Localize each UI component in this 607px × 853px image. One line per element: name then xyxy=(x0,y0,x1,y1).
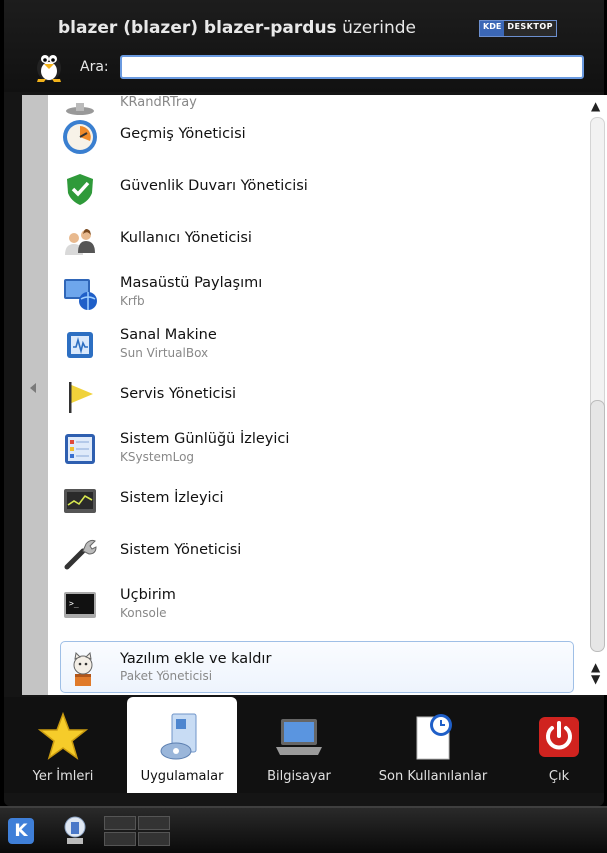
list-item[interactable]: Masaüstü Paylaşımı Krfb xyxy=(48,265,594,317)
search-label: Ara: xyxy=(80,59,109,75)
list-item[interactable]: >_ Uçbirim Konsole xyxy=(48,577,594,629)
tab-label: Son Kullanılanlar xyxy=(378,769,488,784)
user-host-name: blazer (blazer) blazer-pardus xyxy=(58,18,337,38)
svg-text:>_: >_ xyxy=(69,599,79,608)
list-item-title: Geçmiş Yöneticisi xyxy=(120,126,246,142)
list-item-title: Sistem Yöneticisi xyxy=(120,542,242,558)
list-item-title: Sanal Makine xyxy=(120,327,217,343)
tab-label: Uygulamalar xyxy=(140,769,224,784)
tab-label: Yer İmleri xyxy=(32,769,94,784)
pager-desktop[interactable] xyxy=(104,816,136,830)
list-item-title: Sistem İzleyici xyxy=(120,490,224,506)
list-item-subtitle: Krfb xyxy=(120,294,145,308)
applications-icon xyxy=(160,713,197,760)
application-list: KRandRTray Geçmiş Yöneticisi Güvenlik Du… xyxy=(48,95,594,695)
kickoff-menu: blazer (blazer) blazer-pardus üzerinde K… xyxy=(4,0,607,806)
tab-computer[interactable]: Bilgisayar xyxy=(244,697,354,793)
flag-icon xyxy=(69,382,93,413)
kde-menu-button[interactable]: K xyxy=(8,818,34,844)
wrench-icon xyxy=(64,539,97,570)
pager-desktop[interactable] xyxy=(138,832,170,846)
header-title: blazer (blazer) blazer-pardus üzerinde xyxy=(58,18,416,38)
list-item[interactable]: Sistem İzleyici xyxy=(48,473,594,525)
desktop-share-icon xyxy=(64,279,97,310)
list-item[interactable]: Güvenlik Duvarı Yöneticisi xyxy=(48,161,594,213)
back-arrow-icon[interactable] xyxy=(30,383,36,393)
kde-badge-label: KDE xyxy=(480,21,505,36)
terminal-icon: >_ xyxy=(64,592,96,618)
virtualbox-icon xyxy=(67,332,93,358)
list-item[interactable]: Servis Yöneticisi xyxy=(48,369,594,421)
tab-favorites[interactable]: Yer İmleri xyxy=(8,697,118,793)
scroll-up-icon[interactable]: ▲ xyxy=(591,99,600,113)
star-icon xyxy=(37,711,89,760)
menu-content: KRandRTray Geçmiş Yöneticisi Güvenlik Du… xyxy=(22,95,607,695)
tab-applications[interactable]: Uygulamalar xyxy=(127,697,237,793)
menu-header: blazer (blazer) blazer-pardus üzerinde K… xyxy=(4,0,604,92)
tab-label: Bilgisayar xyxy=(267,769,331,784)
list-item-title: Uçbirim xyxy=(120,587,176,603)
list-item[interactable]: Sanal Makine Sun VirtualBox xyxy=(48,317,594,369)
package-cat-icon xyxy=(73,652,93,686)
header-suffix: üzerinde xyxy=(342,18,416,38)
list-item-title: Masaüstü Paylaşımı xyxy=(120,275,263,291)
pager-desktop[interactable] xyxy=(104,832,136,846)
search-input[interactable] xyxy=(120,55,584,79)
list-item-title: Güvenlik Duvarı Yöneticisi xyxy=(120,178,308,194)
list-item-title: Yazılım ekle ve kaldır xyxy=(120,651,272,667)
list-item-title: Kullanıcı Yöneticisi xyxy=(120,230,252,246)
taskbar: K xyxy=(0,806,607,853)
list-item-selected[interactable]: Yazılım ekle ve kaldır Paket Yöneticisi xyxy=(60,641,574,693)
tab-leave[interactable]: Çık xyxy=(504,697,607,793)
scrollbar[interactable]: ▲ ▲ ▼ xyxy=(586,95,607,695)
tab-recently-used[interactable]: Son Kullanılanlar xyxy=(372,697,494,793)
user-penguin-icon xyxy=(37,55,61,82)
laptop-icon xyxy=(276,719,322,755)
desktop-badge-label: DESKTOP xyxy=(504,21,556,36)
list-item[interactable]: Kullanıcı Yöneticisi xyxy=(48,213,594,265)
tab-bar: Yer İmleri Uygulamalar Bilgisayar Son Ku… xyxy=(4,697,604,793)
list-item[interactable]: Sistem Günlüğü İzleyici KSystemLog xyxy=(48,421,594,473)
list-item-subtitle: Sun VirtualBox xyxy=(120,346,209,360)
monitor-icon xyxy=(64,489,96,513)
clock-icon xyxy=(63,120,97,154)
back-strip[interactable] xyxy=(22,95,48,695)
scroll-thumb[interactable] xyxy=(590,400,605,652)
list-item[interactable]: Sistem Yöneticisi xyxy=(48,525,594,577)
list-item-title: Servis Yöneticisi xyxy=(120,386,237,402)
users-icon xyxy=(65,229,95,255)
pager-desktop[interactable] xyxy=(138,816,170,830)
list-item-subtitle: Konsole xyxy=(120,606,167,620)
power-icon xyxy=(539,717,579,757)
log-icon xyxy=(65,434,95,464)
list-item-subtitle: Paket Yöneticisi xyxy=(120,669,213,683)
recent-document-icon xyxy=(416,714,452,760)
kde-desktop-logo: KDE DESKTOP xyxy=(479,20,557,37)
device-notifier-icon[interactable] xyxy=(62,816,88,846)
list-item-subtitle: KSystemLog xyxy=(120,450,195,464)
list-item-title: KRandRTray xyxy=(120,95,197,110)
desktop-pager[interactable] xyxy=(104,816,170,846)
scroll-down-icon[interactable]: ▲ ▼ xyxy=(591,661,600,685)
list-item[interactable]: Geçmiş Yöneticisi xyxy=(48,109,594,161)
shield-icon xyxy=(67,174,93,205)
list-item-title: Sistem Günlüğü İzleyici xyxy=(120,431,290,447)
tab-label: Çık xyxy=(548,769,570,784)
